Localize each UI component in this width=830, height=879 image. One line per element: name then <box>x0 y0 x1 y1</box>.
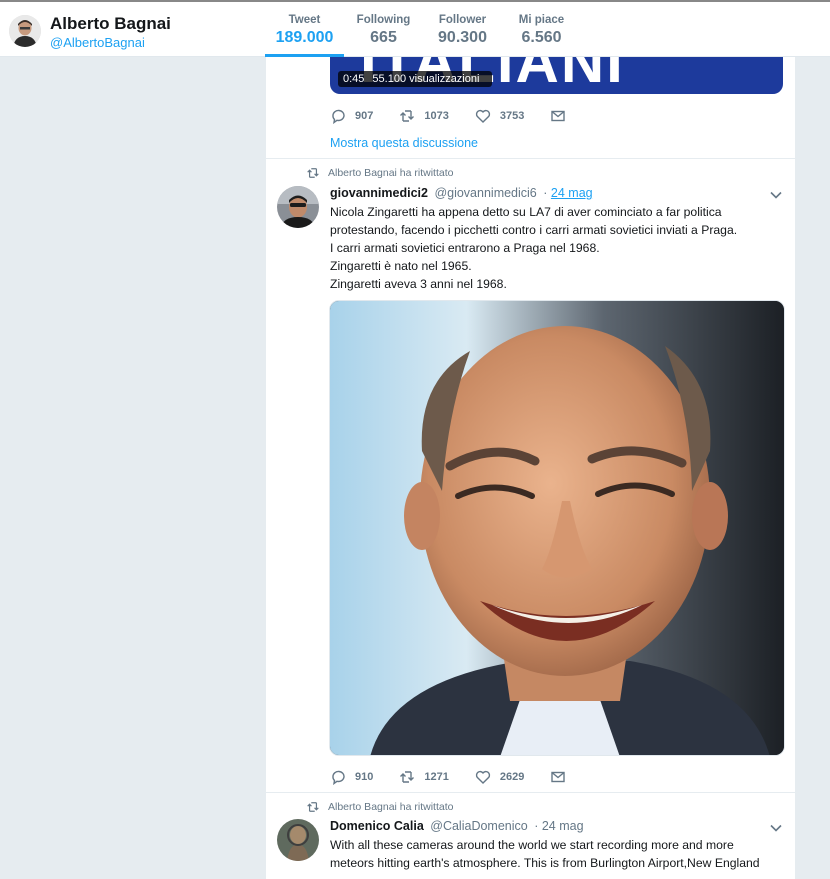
retweet-button[interactable]: 1271 <box>399 769 449 785</box>
tweet-text: With all these cameras around the world … <box>330 836 785 872</box>
chevron-down-icon[interactable] <box>769 821 783 835</box>
tweet-photo[interactable] <box>329 300 785 756</box>
stat-value: 665 <box>370 29 397 46</box>
stat-label: Following <box>356 14 411 26</box>
retweet-context-text[interactable]: Alberto Bagnai ha ritwittato <box>328 801 454 813</box>
video-player[interactable]: ITALIANI 0:45 55.100 visualizzazioni <box>330 57 783 94</box>
stat-value: 90.300 <box>438 29 487 46</box>
retweet-count: 1271 <box>424 771 449 783</box>
video-badge: 0:45 55.100 visualizzazioni <box>338 71 493 87</box>
reply-button[interactable]: 907 <box>330 108 373 124</box>
show-thread-link[interactable]: Mostra questa discussione <box>330 136 478 150</box>
message-button[interactable] <box>550 769 575 785</box>
reply-count: 907 <box>355 110 374 122</box>
tweet-divider <box>266 158 795 159</box>
reply-count: 910 <box>355 771 374 783</box>
tweet-text-line: I carri armati sovietici entrarono a Pra… <box>330 241 600 255</box>
tweet-text-line: Nicola Zingaretti ha appena detto su LA7… <box>330 205 722 219</box>
stat-value: 6.560 <box>521 29 562 46</box>
retweet-icon <box>400 110 415 122</box>
stat-label: Mi piace <box>518 14 565 26</box>
profile-handle[interactable]: @AlbertoBagnai <box>50 35 145 50</box>
retweet-context-text[interactable]: Alberto Bagnai ha ritwittato <box>328 167 454 179</box>
retweet-count: 1073 <box>424 110 449 122</box>
envelope-icon <box>551 771 566 783</box>
retweet-icon <box>307 168 319 178</box>
like-count: 3753 <box>499 110 525 122</box>
retweet-button[interactable]: 1073 <box>399 108 449 124</box>
stat-followers[interactable]: Follower 90.300 <box>423 2 502 57</box>
tweet-text-line: Zingaretti è nato nel 1965. <box>330 259 472 273</box>
profile-name[interactable]: Alberto Bagnai <box>50 14 171 34</box>
retweet-context: Alberto Bagnai ha ritwittato <box>306 801 454 813</box>
reply-icon <box>332 109 345 124</box>
tweet-author-name[interactable]: Domenico Calia <box>330 819 424 833</box>
retweet-icon <box>307 802 319 812</box>
tweet-divider <box>266 792 795 793</box>
stat-label: Follower <box>438 14 487 26</box>
tweet-text: Nicola Zingaretti ha appena detto su LA7… <box>330 203 785 293</box>
tweet-author-name[interactable]: giovannimedici2 <box>330 186 428 200</box>
reply-icon <box>332 770 345 785</box>
heart-icon <box>475 109 490 123</box>
avatar[interactable] <box>277 186 319 228</box>
tweet-text-line: With all these cameras around the world … <box>330 838 734 852</box>
tweet-text-line: protestando, facendo i picchetti contro … <box>330 223 738 237</box>
tweet-text-line: Zingaretti aveva 3 anni nel 1968. <box>330 277 507 291</box>
tweet-actions: 910 1271 2629 <box>330 769 601 785</box>
video-duration: 0:45 <box>343 73 365 85</box>
stat-label: Tweet <box>288 14 321 26</box>
tweet-timestamp[interactable]: 24 mag <box>542 819 584 833</box>
photo-portrait <box>330 301 784 755</box>
header-separator: · <box>543 186 548 200</box>
stat-following[interactable]: Following 665 <box>344 2 423 57</box>
profile-stats: Tweet 189.000 Following 665 Follower 90.… <box>265 2 581 57</box>
tweet-author-handle[interactable]: @CaliaDomenico <box>430 819 527 833</box>
reply-button[interactable]: 910 <box>330 769 373 785</box>
retweet-context: Alberto Bagnai ha ritwittato <box>306 167 454 179</box>
timeline: ITALIANI 0:45 55.100 visualizzazioni 907 … <box>266 57 795 879</box>
tweet-header: giovannimedici2 @giovannimedici6 · 24 ma… <box>330 186 593 200</box>
chevron-down-icon[interactable] <box>769 188 783 202</box>
like-button[interactable]: 3753 <box>475 108 524 124</box>
like-count: 2629 <box>499 771 525 783</box>
like-button[interactable]: 2629 <box>475 769 524 785</box>
avatar[interactable] <box>277 819 319 861</box>
stat-value: 189.000 <box>275 29 334 46</box>
tweet-text-line: meteors hitting earth's atmosphere. This… <box>330 856 760 870</box>
heart-icon <box>475 770 490 784</box>
stat-likes[interactable]: Mi piace 6.560 <box>502 2 581 57</box>
tweet-header: Domenico Calia @CaliaDomenico · 24 mag <box>330 819 584 833</box>
message-button[interactable] <box>550 108 575 124</box>
tweet-timestamp[interactable]: 24 mag <box>551 186 593 200</box>
tweet-author-handle[interactable]: @giovannimedici6 <box>434 186 536 200</box>
header-separator: · <box>534 819 539 833</box>
stat-tweets[interactable]: Tweet 189.000 <box>265 2 344 57</box>
profile-avatar[interactable] <box>9 15 41 47</box>
retweet-icon <box>400 771 415 783</box>
video-views: 55.100 visualizzazioni <box>372 73 480 85</box>
profile-nav-bar: Alberto Bagnai @AlbertoBagnai Tweet 189.… <box>0 0 830 57</box>
envelope-icon <box>551 110 566 122</box>
tweet-actions: 907 1073 3753 <box>330 108 601 124</box>
